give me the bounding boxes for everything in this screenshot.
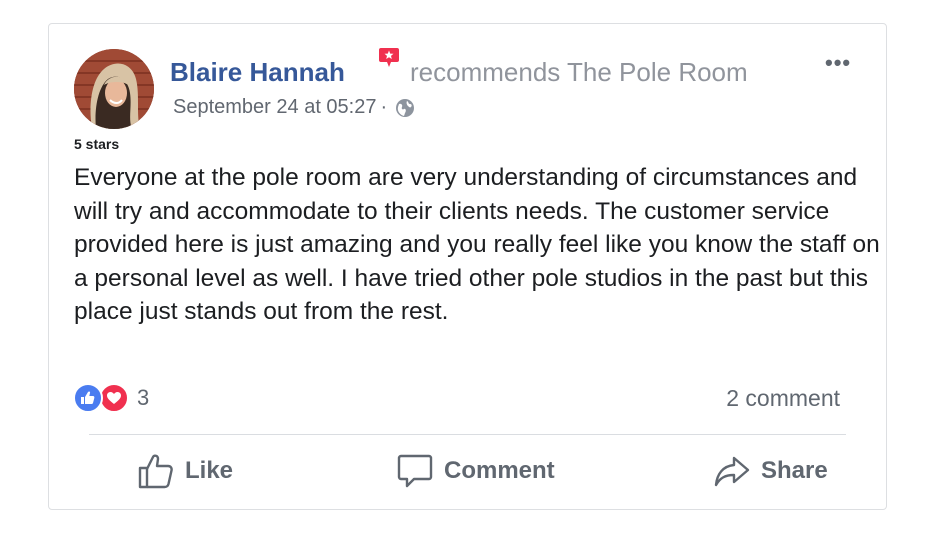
like-button[interactable]: Like: [137, 452, 233, 490]
post-body: Everyone at the pole room are very under…: [74, 164, 880, 325]
globe-icon: [396, 98, 415, 117]
share-icon: [714, 456, 750, 487]
comment-label: Comment: [444, 457, 555, 484]
reaction-count: 3: [137, 385, 150, 410]
avatar-photo: [74, 49, 154, 129]
avatar[interactable]: [74, 49, 154, 129]
divider: [89, 434, 846, 435]
like-label: Like: [185, 457, 234, 484]
recommends-text: recommends The Pole Room: [410, 57, 748, 87]
post-card: Blaire Hannah recommends The Pole Room •…: [48, 23, 887, 510]
comment-count-link[interactable]: 2 comment: [726, 385, 840, 412]
comment-icon: [397, 454, 433, 488]
timestamp[interactable]: September 24 at 05:27: [173, 96, 376, 119]
action-bar: Like Comment Share: [49, 452, 886, 502]
share-label: Share: [761, 457, 828, 484]
more-options-icon[interactable]: •••: [825, 50, 851, 76]
author-name[interactable]: Blaire Hannah: [170, 57, 345, 88]
love-icon: [99, 383, 129, 413]
post-meta: September 24 at 05:27 ·: [173, 96, 415, 119]
like-icon: [73, 383, 103, 413]
thumbs-up-icon: [138, 454, 173, 489]
separator: ·: [380, 96, 388, 118]
share-button[interactable]: Share: [713, 452, 828, 490]
rating-label: 5 stars: [74, 136, 120, 152]
recommend-icon: [378, 46, 400, 70]
reactions-summary[interactable]: 3: [73, 383, 149, 413]
comment-button[interactable]: Comment: [396, 452, 555, 490]
